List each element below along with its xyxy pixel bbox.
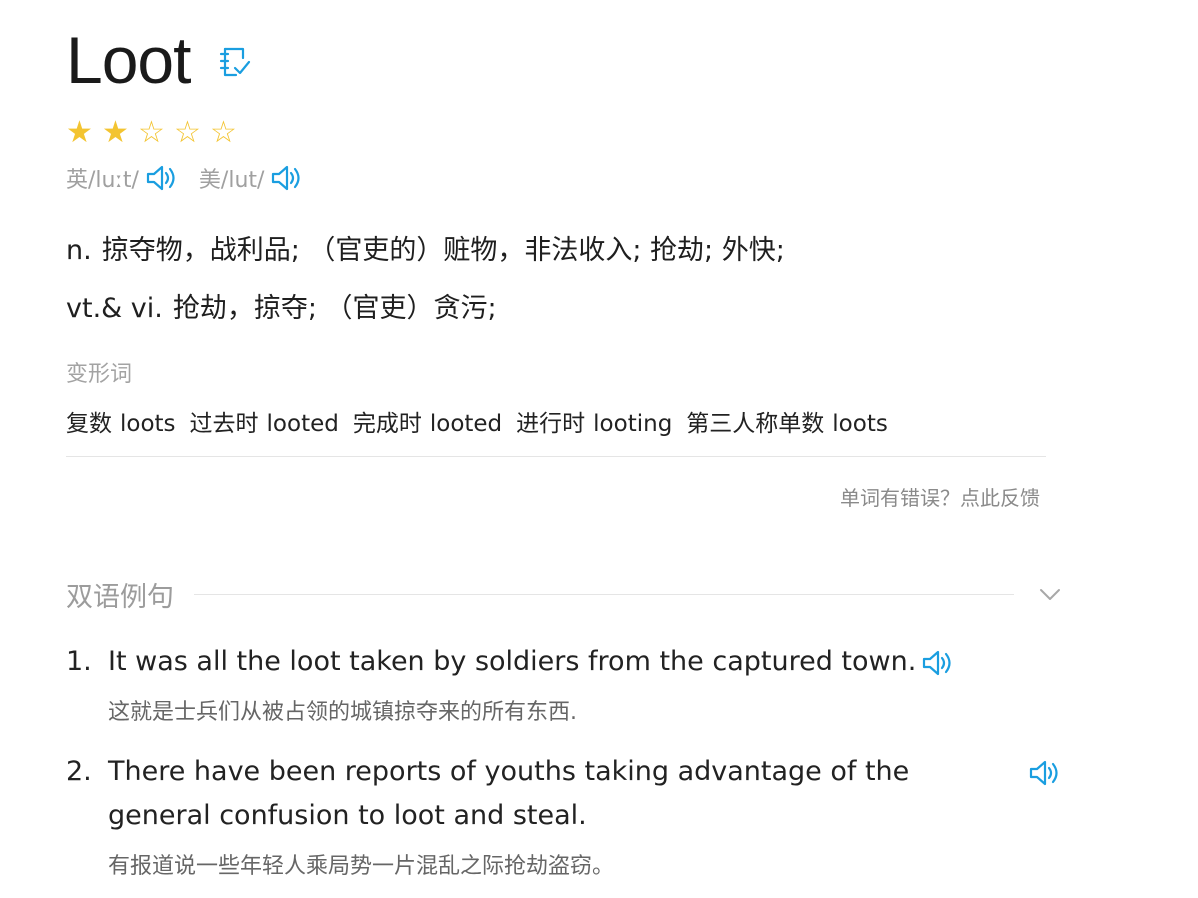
star-icon: ★ xyxy=(102,115,129,150)
part-of-speech: vt.& vi. xyxy=(66,293,163,324)
form-value[interactable]: looted xyxy=(430,411,502,437)
form-value[interactable]: loots xyxy=(120,411,176,437)
feedback-link[interactable]: 单词有错误？点此反馈 xyxy=(840,482,1040,511)
example-sentence: 1. It was all the loot taken by soldiers… xyxy=(66,640,1066,730)
example-sentence: 2. There have been reports of youths tak… xyxy=(66,750,1066,890)
dictionary-page: Loot ★ ★ ☆ ☆ ☆ 英/luːt/ 美/lut/ n. 掠夺物，战利品… xyxy=(0,0,1198,898)
word-form-perfect: 完成时 looted xyxy=(353,404,502,438)
form-type: 进行时 xyxy=(516,411,586,437)
phonetic-us-text: 美/lut/ xyxy=(198,168,265,193)
divider xyxy=(66,456,1046,457)
star-icon: ★ xyxy=(66,115,93,150)
divider xyxy=(194,593,1014,595)
word-form-past: 过去时 looted xyxy=(190,404,339,438)
phonetic-uk: 英/luːt/ xyxy=(66,162,179,194)
star-icon: ☆ xyxy=(174,115,201,150)
form-type: 过去时 xyxy=(189,411,259,437)
form-value[interactable]: looted xyxy=(267,411,339,437)
example-chinese: 这就是士兵们从被占领的城镇掠夺来的所有东西. xyxy=(108,700,577,725)
example-number: 1. xyxy=(66,646,92,677)
example-chinese: 有报道说一些年轻人乘局势一片混乱之际抢劫盗窃。 xyxy=(108,854,615,879)
speaker-icon[interactable] xyxy=(1028,758,1062,788)
definition-meaning: 抢劫，掠夺; （官吏）贪污; xyxy=(172,293,497,324)
phonetics: 英/luːt/ 美/lut/ xyxy=(66,162,304,194)
speaker-icon[interactable] xyxy=(145,163,179,193)
word-title: Loot xyxy=(66,23,191,97)
speaker-icon[interactable] xyxy=(270,163,304,193)
definition-meaning: 掠夺物，战利品; （官吏的）赃物，非法收入; 抢劫; 外快; xyxy=(101,235,785,266)
form-value[interactable]: looting xyxy=(593,411,672,437)
form-type: 复数 xyxy=(66,411,112,437)
definition-verb: vt.& vi. 抢劫，掠夺; （官吏）贪污; xyxy=(66,286,497,325)
word-form-third-person: 第三人称单数 loots xyxy=(686,404,888,438)
form-type: 完成时 xyxy=(352,411,422,437)
example-number: 2. xyxy=(66,756,92,787)
examples-section-title: 双语例句 xyxy=(66,581,174,613)
form-value[interactable]: loots xyxy=(832,411,888,437)
form-type: 第三人称单数 xyxy=(686,411,825,437)
star-icon: ☆ xyxy=(210,115,237,150)
definition-noun: n. 掠夺物，战利品; （官吏的）赃物，非法收入; 抢劫; 外快; xyxy=(66,228,785,267)
notebook-check-icon[interactable] xyxy=(217,45,251,79)
phonetic-us: 美/lut/ xyxy=(199,162,305,194)
part-of-speech: n. xyxy=(66,235,92,266)
word-form-plural: 复数 loots xyxy=(66,404,176,438)
chevron-down-icon[interactable] xyxy=(1034,578,1066,610)
examples-section-header: 双语例句 xyxy=(66,574,1066,614)
word-form-progressive: 进行时 looting xyxy=(516,404,672,438)
example-english-line: There have been reports of youths taking… xyxy=(108,756,910,787)
phonetic-uk-text: 英/luːt/ xyxy=(66,168,139,193)
word-forms: 复数 loots 过去时 looted 完成时 looted 进行时 looting 第… xyxy=(66,404,902,438)
star-icon: ☆ xyxy=(138,115,165,150)
example-english-line: general confusion to loot and steal. xyxy=(108,800,587,831)
speaker-icon[interactable] xyxy=(921,648,955,678)
word-forms-label: 变形词 xyxy=(66,362,133,387)
example-english: It was all the loot taken by soldiers fr… xyxy=(108,646,917,677)
rating-stars: ★ ★ ☆ ☆ ☆ xyxy=(66,114,246,152)
